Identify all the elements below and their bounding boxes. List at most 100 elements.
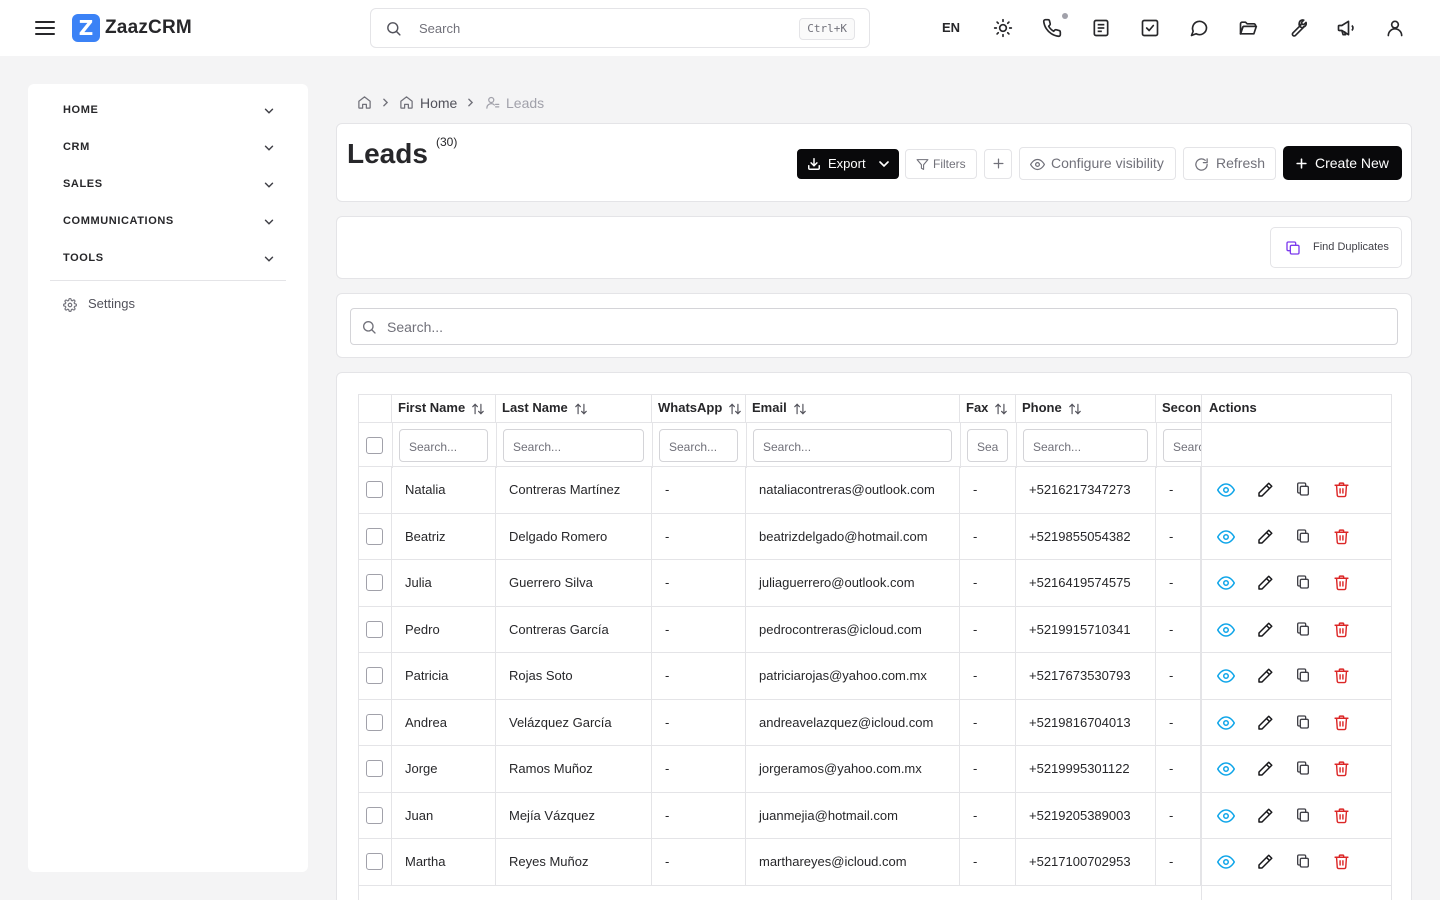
edit-pencil-icon[interactable] bbox=[1256, 714, 1274, 732]
delete-trash-icon[interactable] bbox=[1333, 714, 1351, 732]
chat-icon[interactable] bbox=[1189, 18, 1209, 38]
row-checkbox[interactable] bbox=[366, 853, 383, 870]
notes-icon[interactable] bbox=[1091, 18, 1111, 38]
edit-pencil-icon[interactable] bbox=[1256, 760, 1274, 778]
column-header-phone[interactable]: Phone bbox=[1016, 395, 1156, 422]
edit-pencil-icon[interactable] bbox=[1256, 667, 1274, 685]
export-button[interactable]: Export bbox=[797, 149, 899, 179]
find-duplicates-button[interactable]: Find Duplicates bbox=[1270, 227, 1402, 268]
duplicate-copy-icon[interactable] bbox=[1295, 621, 1313, 639]
row-checkbox[interactable] bbox=[366, 574, 383, 591]
sidebar-item-communications[interactable]: COMMUNICATIONS bbox=[63, 212, 278, 232]
column-header-last-name[interactable]: Last Name bbox=[496, 395, 652, 422]
edit-pencil-icon[interactable] bbox=[1256, 853, 1274, 871]
brand-logo[interactable]: Z bbox=[72, 14, 100, 42]
edit-pencil-icon[interactable] bbox=[1256, 807, 1274, 825]
filters-button[interactable]: Filters bbox=[905, 149, 977, 179]
column-header-fax[interactable]: Fax bbox=[960, 395, 1016, 422]
sort-icon[interactable] bbox=[728, 402, 742, 416]
tasks-checkbox-icon[interactable] bbox=[1140, 18, 1160, 38]
filter-last-name-input[interactable]: Search... bbox=[503, 429, 644, 462]
sidebar-item-crm[interactable]: CRM bbox=[63, 138, 278, 158]
duplicate-copy-icon[interactable] bbox=[1295, 714, 1313, 732]
refresh-button[interactable]: Refresh bbox=[1183, 147, 1276, 180]
megaphone-icon[interactable] bbox=[1336, 18, 1356, 38]
view-eye-icon[interactable] bbox=[1217, 481, 1235, 499]
row-checkbox[interactable] bbox=[366, 760, 383, 777]
row-checkbox[interactable] bbox=[366, 620, 383, 638]
edit-pencil-icon[interactable] bbox=[1256, 481, 1274, 499]
sidebar-item-tools[interactable]: TOOLS bbox=[63, 249, 278, 269]
sidebar-item-sales[interactable]: SALES bbox=[63, 175, 278, 195]
row-checkbox[interactable] bbox=[366, 806, 383, 824]
row-checkbox[interactable] bbox=[366, 713, 383, 731]
cell-phone: +5219915710341 bbox=[1016, 606, 1156, 653]
column-header-actions: Actions bbox=[1209, 400, 1257, 415]
wrench-icon[interactable] bbox=[1287, 18, 1307, 38]
delete-trash-icon[interactable] bbox=[1333, 574, 1351, 592]
global-search-input[interactable]: Search Ctrl+K bbox=[370, 8, 870, 48]
sort-icon[interactable] bbox=[574, 402, 588, 416]
add-filter-button[interactable] bbox=[984, 149, 1012, 179]
column-header-email[interactable]: Email bbox=[746, 395, 960, 422]
view-eye-icon[interactable] bbox=[1217, 807, 1235, 825]
select-all-checkbox[interactable] bbox=[366, 437, 383, 454]
home-icon[interactable] bbox=[357, 95, 372, 110]
table-search-input[interactable]: Search... bbox=[350, 308, 1398, 345]
view-eye-icon[interactable] bbox=[1217, 528, 1235, 546]
view-eye-icon[interactable] bbox=[1217, 853, 1235, 871]
hamburger-menu-icon[interactable] bbox=[33, 16, 57, 40]
breadcrumb-home-link[interactable]: Home bbox=[420, 94, 457, 112]
delete-trash-icon[interactable] bbox=[1333, 528, 1351, 546]
filter-phone-input[interactable]: Search... bbox=[1023, 429, 1148, 462]
sort-icon[interactable] bbox=[471, 402, 485, 416]
theme-sun-icon[interactable] bbox=[993, 18, 1013, 38]
delete-trash-icon[interactable] bbox=[1333, 807, 1351, 825]
phone-icon[interactable] bbox=[1042, 13, 1068, 38]
sidebar-item-home[interactable]: HOME bbox=[63, 101, 278, 121]
duplicate-copy-icon[interactable] bbox=[1295, 528, 1313, 546]
delete-trash-icon[interactable] bbox=[1333, 760, 1351, 778]
filter-first-name-input[interactable]: Search... bbox=[399, 429, 488, 462]
view-eye-icon[interactable] bbox=[1217, 574, 1235, 592]
chevron-down-icon[interactable] bbox=[876, 156, 892, 172]
edit-pencil-icon[interactable] bbox=[1256, 621, 1274, 639]
user-profile-icon[interactable] bbox=[1385, 18, 1405, 38]
view-eye-icon[interactable] bbox=[1217, 667, 1235, 685]
edit-pencil-icon[interactable] bbox=[1256, 574, 1274, 592]
sort-icon[interactable] bbox=[994, 402, 1008, 416]
filter-whatsapp-input[interactable]: Search... bbox=[659, 429, 738, 462]
duplicate-copy-icon[interactable] bbox=[1295, 807, 1313, 825]
view-eye-icon[interactable] bbox=[1217, 714, 1235, 732]
row-checkbox[interactable] bbox=[366, 481, 383, 498]
duplicate-copy-icon[interactable] bbox=[1295, 667, 1313, 685]
page-title: Leads bbox=[347, 138, 428, 169]
brand-name[interactable]: ZaazCRM bbox=[105, 17, 192, 39]
duplicate-copy-icon[interactable] bbox=[1295, 574, 1313, 592]
duplicate-copy-icon[interactable] bbox=[1295, 853, 1313, 871]
delete-trash-icon[interactable] bbox=[1333, 667, 1351, 685]
folder-open-icon[interactable] bbox=[1238, 18, 1258, 38]
delete-trash-icon[interactable] bbox=[1333, 853, 1351, 871]
duplicate-copy-icon[interactable] bbox=[1295, 760, 1313, 778]
delete-trash-icon[interactable] bbox=[1333, 621, 1351, 639]
column-header-second[interactable]: Secon bbox=[1156, 395, 1201, 422]
view-eye-icon[interactable] bbox=[1217, 621, 1235, 639]
filter-email-input[interactable]: Search... bbox=[753, 429, 952, 462]
configure-visibility-button[interactable]: Configure visibility bbox=[1019, 147, 1176, 180]
filter-fax-input[interactable]: Sea bbox=[967, 429, 1008, 462]
edit-pencil-icon[interactable] bbox=[1256, 528, 1274, 546]
sort-icon[interactable] bbox=[1068, 402, 1082, 416]
column-header-first-name[interactable]: First Name bbox=[392, 395, 496, 422]
create-new-button[interactable]: Create New bbox=[1283, 146, 1402, 180]
language-switcher[interactable]: EN bbox=[942, 20, 960, 35]
delete-trash-icon[interactable] bbox=[1333, 481, 1351, 499]
sort-icon[interactable] bbox=[793, 402, 807, 416]
row-checkbox[interactable] bbox=[366, 527, 383, 545]
row-checkbox[interactable] bbox=[366, 667, 383, 684]
search-icon bbox=[361, 319, 377, 335]
column-header-whatsapp[interactable]: WhatsApp bbox=[652, 395, 746, 422]
duplicate-copy-icon[interactable] bbox=[1295, 481, 1313, 499]
view-eye-icon[interactable] bbox=[1217, 760, 1235, 778]
cell-select bbox=[359, 746, 392, 792]
